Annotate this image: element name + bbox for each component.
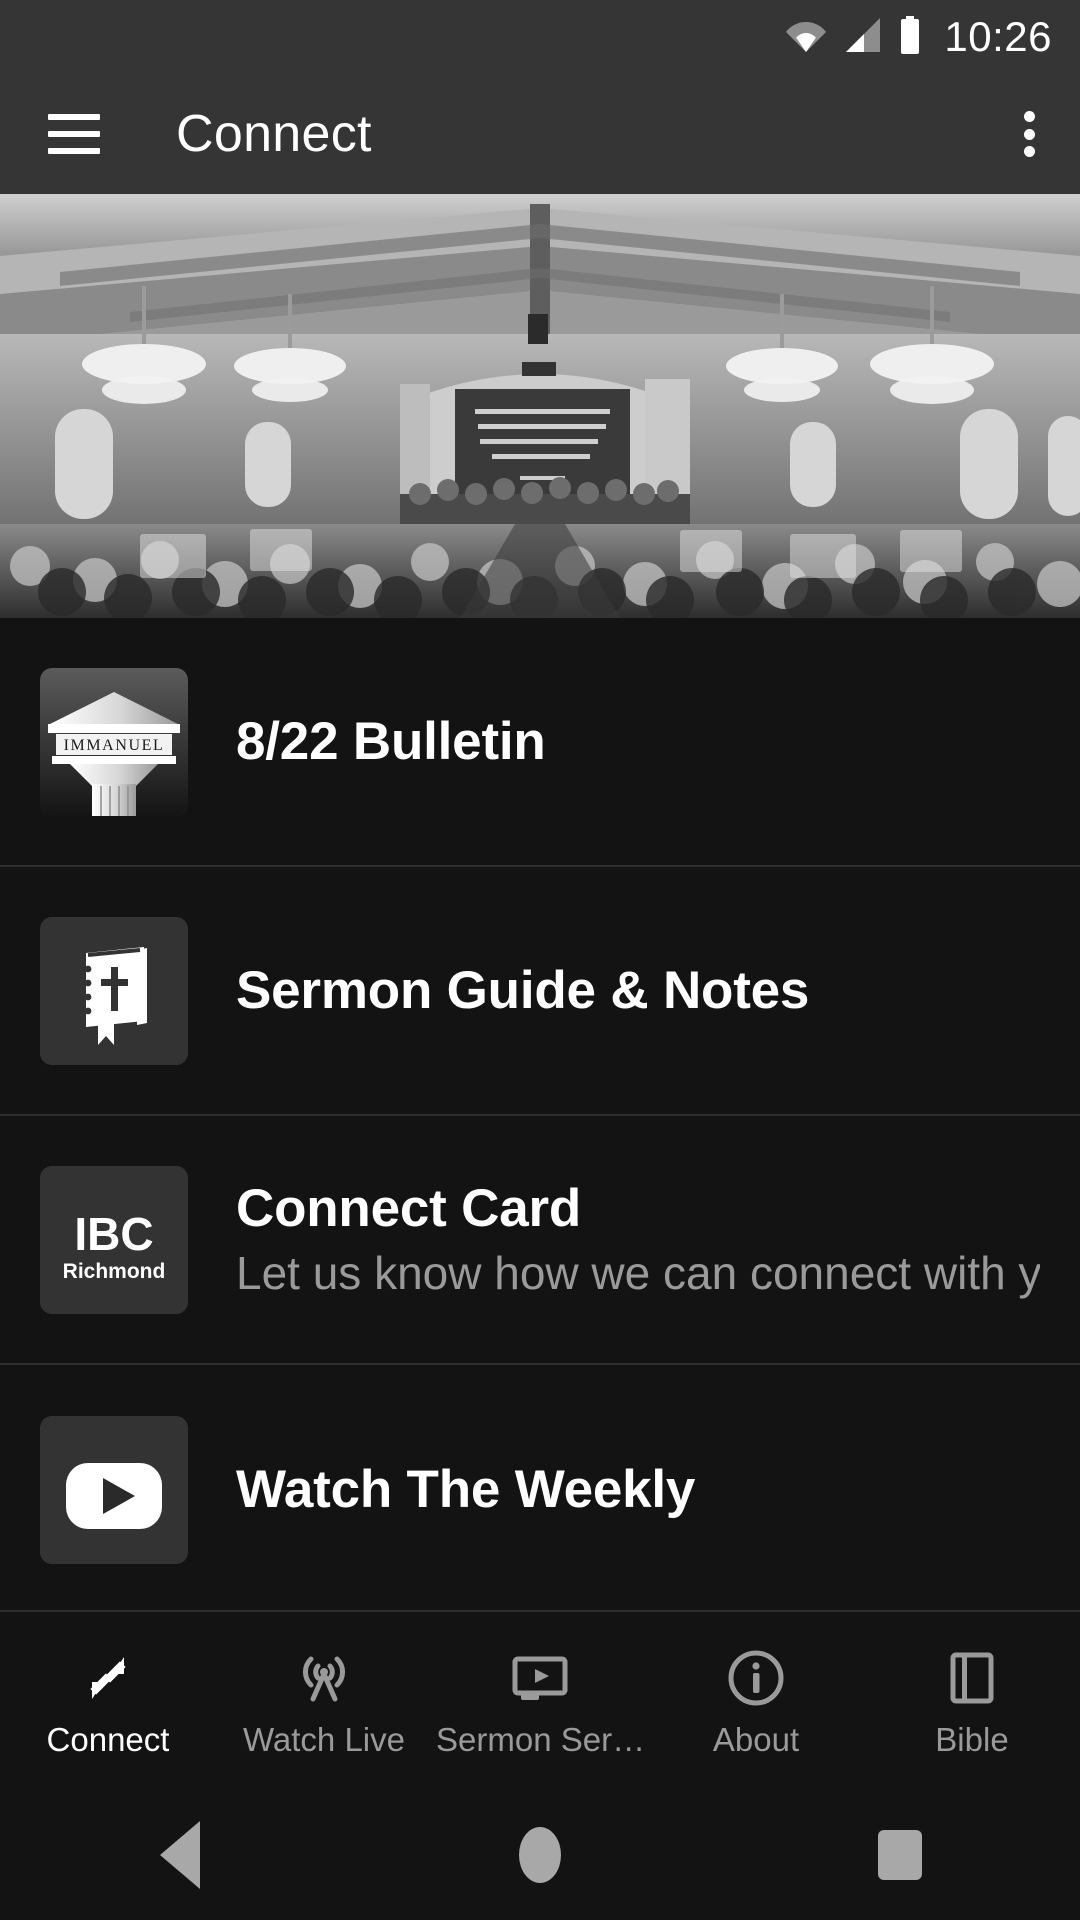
hamburger-menu-icon[interactable] (48, 114, 100, 154)
nav-label: Watch Live (242, 1722, 405, 1756)
video-screen-icon (509, 1647, 571, 1709)
list-item-subtitle: Let us know how we can connect with yo… (236, 1248, 1040, 1300)
bible-book-icon (40, 916, 188, 1065)
status-bar: 10:26 (0, 0, 1080, 74)
bottom-navigation: Connect Watch Live Sermon Ser… About Bib… (0, 1610, 1080, 1790)
list-item[interactable]: IBC Richmond Connect Card Let us know ho… (0, 1116, 1080, 1363)
nav-label: Connect (46, 1722, 170, 1756)
broadcast-antenna-icon (293, 1647, 355, 1709)
ibc-tile-label: IBC (74, 1208, 153, 1260)
list-item-text: Watch The Weekly (236, 1460, 1040, 1519)
info-circle-icon (725, 1647, 787, 1709)
list-item-title: Sermon Guide & Notes (236, 960, 810, 1020)
list-item-title: Connect Card (236, 1179, 582, 1239)
app-bar: Connect (0, 74, 1080, 194)
status-bar-icons (786, 15, 922, 59)
nav-label: About (712, 1722, 800, 1756)
sanctuary-illustration (0, 194, 1080, 618)
list-item-text: Sermon Guide & Notes (236, 961, 1040, 1020)
nav-label: Bible (935, 1722, 1009, 1756)
list-item[interactable]: Watch The Weekly (0, 1365, 1080, 1615)
nav-item-about[interactable]: About (648, 1612, 864, 1790)
connect-arrows-icon (77, 1647, 139, 1709)
connect-list: IMMANUEL 8/22 Bulletin Sermon Guide & No… (0, 618, 1080, 1615)
list-item[interactable]: Sermon Guide & Notes (0, 867, 1080, 1114)
cell-signal-icon (842, 17, 882, 57)
youtube-play-icon (40, 1416, 188, 1564)
nav-label: Sermon Ser… (436, 1722, 644, 1756)
recents-square-icon[interactable] (840, 1790, 960, 1920)
list-item-text: 8/22 Bulletin (236, 712, 1040, 771)
nav-item-connect[interactable]: Connect (0, 1612, 216, 1790)
android-system-nav (0, 1790, 1080, 1920)
nav-item-sermon-series[interactable]: Sermon Ser… (432, 1612, 648, 1790)
more-vert-icon[interactable] (1006, 109, 1052, 159)
back-triangle-icon[interactable] (120, 1790, 240, 1920)
list-item[interactable]: IMMANUEL 8/22 Bulletin (0, 618, 1080, 865)
chrome-reader-icon (941, 1647, 1003, 1709)
list-item-title: Watch The Weekly (236, 1460, 696, 1520)
ibc-richmond-logo-icon: IBC Richmond (40, 1165, 188, 1314)
page-title: Connect (176, 105, 372, 163)
list-item-text: Connect Card Let us know how we can conn… (236, 1179, 1040, 1300)
status-bar-clock: 10:26 (944, 13, 1052, 60)
nav-item-watch-live[interactable]: Watch Live (216, 1612, 432, 1790)
battery-icon (898, 15, 922, 59)
svg-text:IMMANUEL: IMMANUEL (64, 737, 165, 754)
immanuel-church-logo-icon: IMMANUEL (40, 667, 188, 816)
ibc-tile-sublabel: Richmond (63, 1260, 166, 1283)
nav-item-bible[interactable]: Bible (864, 1612, 1080, 1790)
app-screen: 10:26 Connect IMMANUEL 8/22 Bulletin Ser… (0, 0, 1080, 1920)
hero-image[interactable] (0, 194, 1080, 618)
home-circle-icon[interactable] (480, 1790, 600, 1920)
wifi-icon (786, 18, 827, 57)
list-item-title: 8/22 Bulletin (236, 711, 546, 771)
